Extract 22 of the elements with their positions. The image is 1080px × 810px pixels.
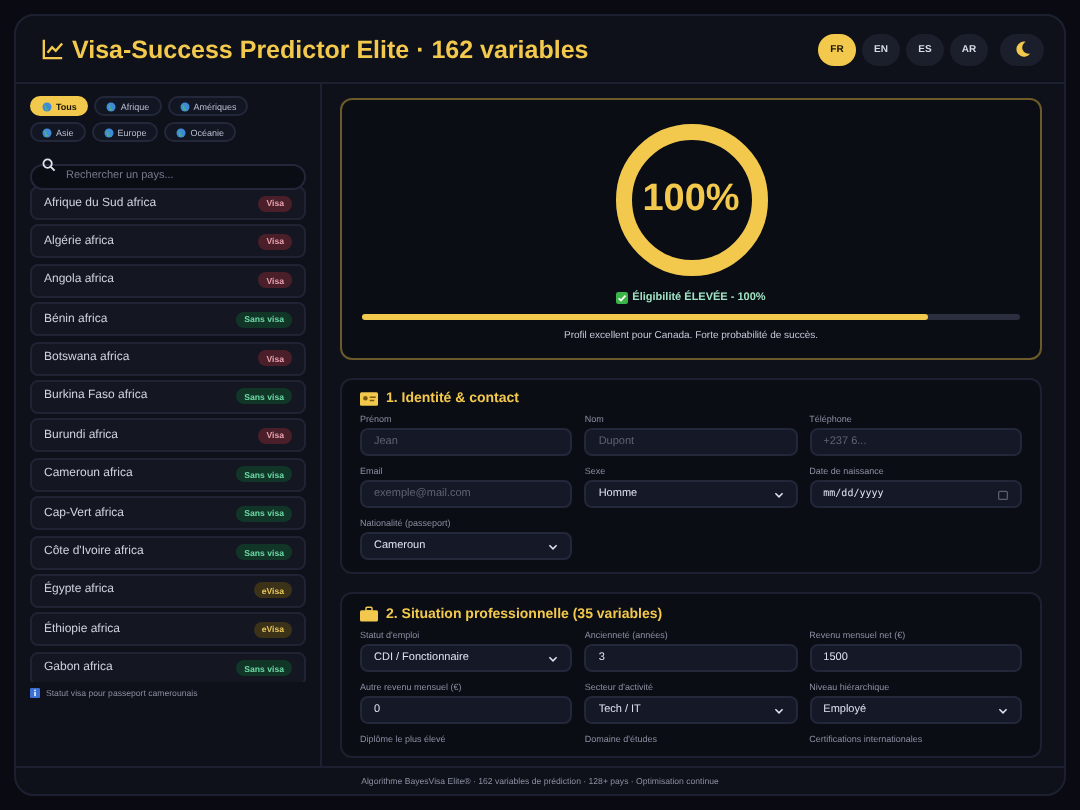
globe-icon bbox=[42, 101, 52, 111]
chevron-down-icon bbox=[548, 543, 559, 549]
info-icon bbox=[30, 688, 40, 698]
globe-icon bbox=[179, 101, 190, 111]
moon-icon bbox=[1013, 40, 1031, 58]
chevron-down-icon bbox=[998, 707, 1008, 713]
check-icon bbox=[616, 292, 629, 304]
globe-icon bbox=[106, 101, 117, 111]
score-value: 100% bbox=[640, 176, 742, 224]
chevron-down-icon bbox=[773, 491, 784, 497]
chevron-down-icon bbox=[773, 707, 784, 713]
briefcase-icon bbox=[360, 606, 378, 622]
globe-icon bbox=[103, 127, 114, 137]
chevron-down-icon bbox=[548, 655, 559, 661]
calendar-icon bbox=[998, 489, 1008, 499]
globe-icon bbox=[176, 127, 187, 137]
app-title: Visa-Success Predictor Elite · 162 variables bbox=[72, 35, 589, 63]
search-icon bbox=[42, 158, 56, 172]
globe-icon bbox=[42, 127, 52, 137]
line-chart-icon bbox=[42, 38, 64, 60]
id-card-icon bbox=[360, 392, 378, 406]
theme-toggle-button[interactable] bbox=[1000, 33, 1044, 65]
